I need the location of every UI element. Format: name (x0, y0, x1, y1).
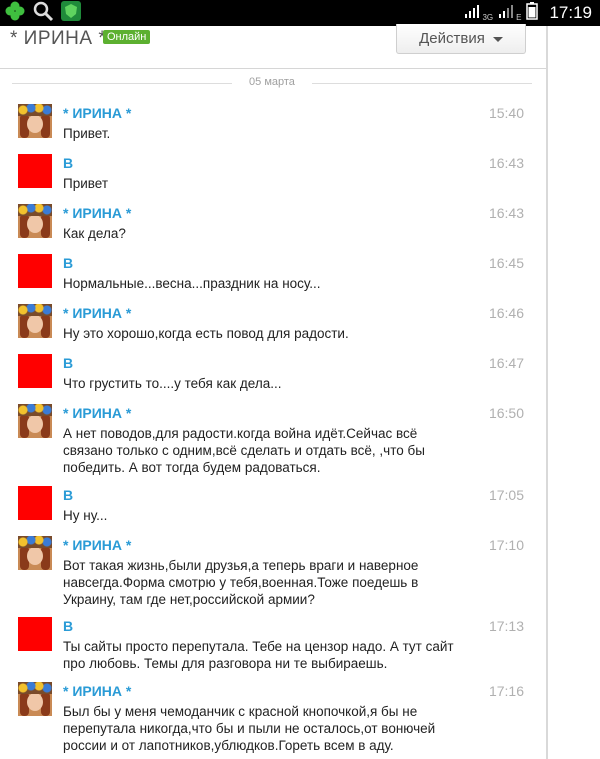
header-divider (0, 68, 548, 69)
message-text: Нормальные...весна...праздник на носу... (63, 276, 321, 291)
message-item: В 17:05 Ну ну... (0, 478, 546, 528)
message-text: А нет поводов,для радости.когда война ид… (63, 426, 425, 475)
message-sender[interactable]: * ИРИНА * (63, 537, 131, 553)
date-separator: 05 марта (12, 76, 532, 90)
message-time: 16:47 (488, 355, 524, 371)
message-time: 16:46 (488, 305, 524, 321)
message-time: 15:40 (488, 105, 524, 121)
message-sender[interactable]: * ИРИНА * (63, 683, 131, 699)
message-sender[interactable]: В (63, 355, 73, 371)
message-text: Ты сайты просто перепутала. Тебе на ценз… (63, 639, 454, 671)
message-item: В 16:45 Нормальные...весна...праздник на… (0, 246, 546, 296)
online-status-badge: Онлайн (103, 30, 151, 44)
search-icon (32, 0, 54, 27)
message-text: Привет. (63, 126, 111, 141)
message-time: 17:10 (488, 537, 524, 553)
shield-app-icon (60, 0, 82, 27)
message-item: В 16:47 Что грустить то....у тебя как де… (0, 346, 546, 396)
system-icons: 3G E 17:19 (464, 0, 592, 26)
avatar[interactable] (18, 304, 52, 338)
message-sender[interactable]: В (63, 487, 73, 503)
chevron-down-icon (492, 37, 503, 42)
date-separator-line (312, 83, 532, 84)
message-text: Привет (63, 176, 109, 191)
message-time: 16:45 (488, 255, 524, 271)
message-text: Что грустить то....у тебя как дела... (63, 376, 282, 391)
avatar[interactable] (18, 254, 52, 288)
message-time: 17:05 (488, 487, 524, 503)
message-time: 17:16 (488, 683, 524, 699)
message-text: Как дела? (63, 226, 126, 241)
message-time: 16:43 (488, 155, 524, 171)
avatar[interactable] (18, 104, 52, 138)
message-sender[interactable]: В (63, 255, 73, 271)
avatar[interactable] (18, 682, 52, 716)
avatar[interactable] (18, 354, 52, 388)
message-sender[interactable]: * ИРИНА * (63, 305, 131, 321)
network-type-label: 3G (482, 13, 494, 22)
signal-icon (464, 3, 480, 24)
message-item: * ИРИНА * 16:43 Как дела? (0, 196, 546, 246)
message-item: * ИРИНА * 16:50 А нет поводов,для радост… (0, 396, 546, 478)
chat-title: * ИРИНА * (10, 28, 107, 49)
avatar[interactable] (18, 204, 52, 238)
chat-header: * ИРИНА * Онлайн Действия (0, 24, 548, 68)
avatar[interactable] (18, 404, 52, 438)
message-time: 16:50 (488, 405, 524, 421)
notification-icons (4, 0, 82, 27)
actions-dropdown-button[interactable]: Действия (396, 24, 526, 54)
message-item: * ИРИНА * 17:10 Вот такая жизнь,были дру… (0, 528, 546, 609)
message-item: * ИРИНА * 17:16 Был бы у меня чемоданчик… (0, 674, 546, 756)
message-sender[interactable]: * ИРИНА * (63, 105, 131, 121)
network-type-label: E (516, 13, 522, 22)
status-bar: 3G E 17:19 (0, 0, 600, 26)
date-separator-line (12, 83, 232, 84)
signal-icon (498, 3, 514, 24)
message-time: 16:43 (488, 205, 524, 221)
actions-label: Действия (419, 30, 485, 47)
message-text: Ну ну... (63, 508, 108, 523)
message-list: * ИРИНА * 15:40 Привет. В 16:43 Привет *… (0, 96, 546, 756)
side-panel (548, 26, 600, 759)
message-sender[interactable]: В (63, 618, 73, 634)
battery-icon (526, 1, 539, 25)
message-sender[interactable]: * ИРИНА * (63, 405, 131, 421)
clover-icon (4, 0, 26, 27)
avatar[interactable] (18, 486, 52, 520)
message-text: Ну это хорошо,когда есть повод для радос… (63, 326, 349, 341)
avatar[interactable] (18, 154, 52, 188)
avatar[interactable] (18, 536, 52, 570)
message-item: В 16:43 Привет (0, 146, 546, 196)
date-label: 05 марта (249, 76, 295, 88)
message-item: * ИРИНА * 15:40 Привет. (0, 96, 546, 146)
message-item: * ИРИНА * 16:46 Ну это хорошо,когда есть… (0, 296, 546, 346)
message-text: Вот такая жизнь,были друзья,а теперь вра… (63, 558, 419, 607)
avatar[interactable] (18, 617, 52, 651)
message-time: 17:13 (488, 618, 524, 634)
message-text: Был бы у меня чемоданчик с красной кнопо… (63, 704, 436, 753)
message-sender[interactable]: * ИРИНА * (63, 205, 131, 221)
clock: 17:19 (549, 3, 592, 22)
message-sender[interactable]: В (63, 155, 73, 171)
message-item: В 17:13 Ты сайты просто перепутала. Тебе… (0, 609, 546, 674)
